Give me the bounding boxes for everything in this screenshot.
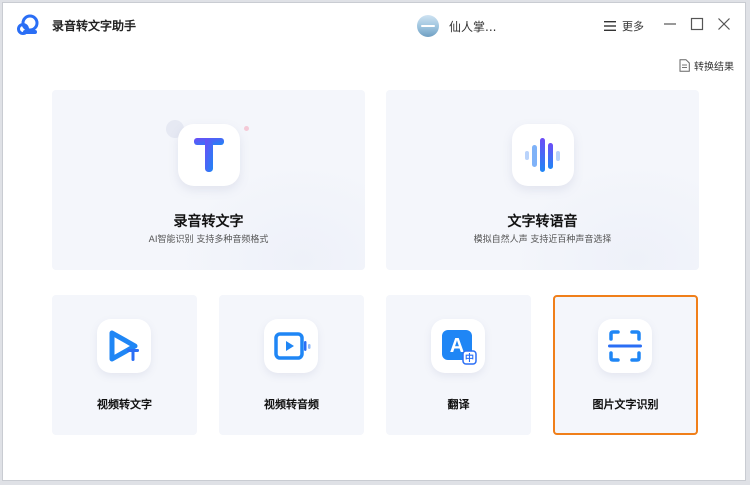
record-to-text-subtitle: AI智能识别 支持多种音频格式	[148, 235, 269, 245]
document-icon	[679, 59, 690, 72]
text-to-speech-subtitle: 模拟自然人声 支持近百种声音选择	[473, 235, 612, 245]
user-profile[interactable]: 仙人掌...	[417, 15, 496, 37]
svg-text:中: 中	[465, 352, 474, 364]
letter-t-icon	[178, 124, 240, 186]
video-play-t-icon	[97, 319, 151, 373]
minimize-icon[interactable]	[661, 15, 679, 33]
video-to-text-title: 视频转文字	[97, 398, 152, 411]
app-title: 录音转文字助手	[52, 19, 137, 33]
translate-card[interactable]: A 中 翻译	[386, 295, 531, 435]
username[interactable]: 仙人掌...	[449, 18, 496, 35]
translate-a-zh-icon: A 中	[431, 319, 485, 373]
text-to-speech-card[interactable]: 文字转语音 模拟自然人声 支持近百种声音选择	[386, 90, 699, 270]
video-to-audio-card[interactable]: 视频转音频	[219, 295, 364, 435]
text-to-speech-title: 文字转语音	[507, 214, 578, 230]
more-label: 更多	[622, 20, 644, 33]
video-to-text-card[interactable]: 视频转文字	[52, 295, 197, 435]
image-ocr-card[interactable]: 图片文字识别	[553, 295, 698, 435]
app-window: 录音转文字助手 仙人掌... 更多 转换结果 录音转文字 AI智能识别 支持多种…	[2, 2, 746, 481]
svg-text:A: A	[450, 335, 464, 357]
sound-wave-icon	[512, 124, 574, 186]
video-to-audio-title: 视频转音频	[264, 398, 319, 411]
menu-icon	[604, 21, 616, 31]
decorative-dot	[244, 126, 249, 131]
conversion-results-label: 转换结果	[694, 62, 734, 73]
video-screen-wave-icon	[264, 319, 318, 373]
maximize-icon[interactable]	[688, 15, 706, 33]
conversion-results-button[interactable]: 转换结果	[679, 58, 734, 73]
avatar[interactable]	[417, 15, 439, 37]
title-bar: 录音转文字助手 仙人掌... 更多	[3, 3, 745, 47]
more-button[interactable]: 更多	[604, 18, 644, 34]
close-icon[interactable]	[715, 15, 733, 33]
image-ocr-title: 图片文字识别	[592, 398, 659, 411]
translate-title: 翻译	[447, 398, 470, 411]
app-logo-icon	[17, 14, 39, 35]
record-to-text-title: 录音转文字	[173, 214, 244, 230]
scan-frame-icon	[598, 319, 652, 373]
record-to-text-card[interactable]: 录音转文字 AI智能识别 支持多种音频格式	[52, 90, 365, 270]
